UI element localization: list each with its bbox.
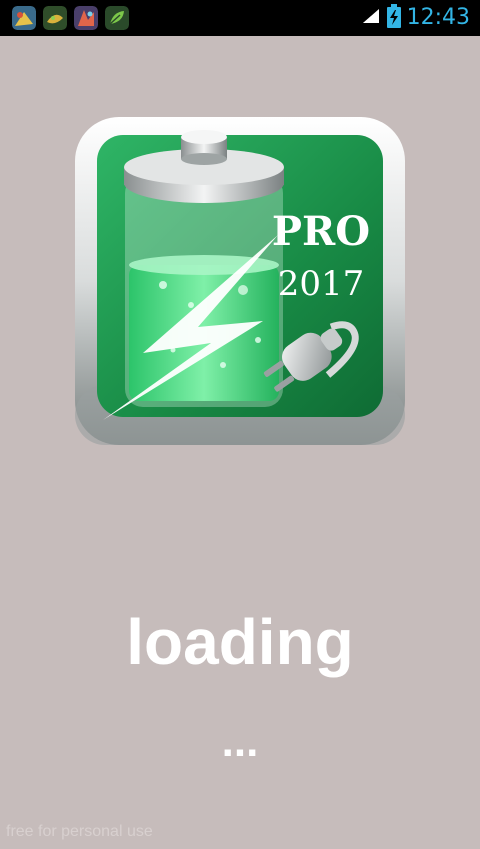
splash-screen: PRO 2017 loading ... free for personal u… bbox=[0, 36, 480, 849]
logo-badge-year: 2017 bbox=[278, 264, 365, 304]
status-time: 12:43 bbox=[406, 5, 470, 30]
app-notification-icon[interactable] bbox=[105, 6, 129, 30]
notification-icons bbox=[12, 6, 129, 30]
battery-app-logo: PRO 2017 bbox=[73, 115, 407, 447]
status-indicators: 12:43 bbox=[361, 0, 470, 36]
status-bar: 12:43 bbox=[0, 0, 480, 36]
loading-label: loading bbox=[126, 606, 354, 678]
app-notification-icon[interactable] bbox=[74, 6, 98, 30]
watermark-text: free for personal use bbox=[6, 823, 153, 840]
app-notification-icon[interactable] bbox=[12, 6, 36, 30]
signal-icon bbox=[361, 7, 381, 30]
loading-dots: ... bbox=[221, 717, 259, 766]
logo-badge-pro: PRO bbox=[272, 208, 370, 255]
battery-charging-icon bbox=[386, 3, 401, 33]
app-notification-icon[interactable] bbox=[43, 6, 67, 30]
